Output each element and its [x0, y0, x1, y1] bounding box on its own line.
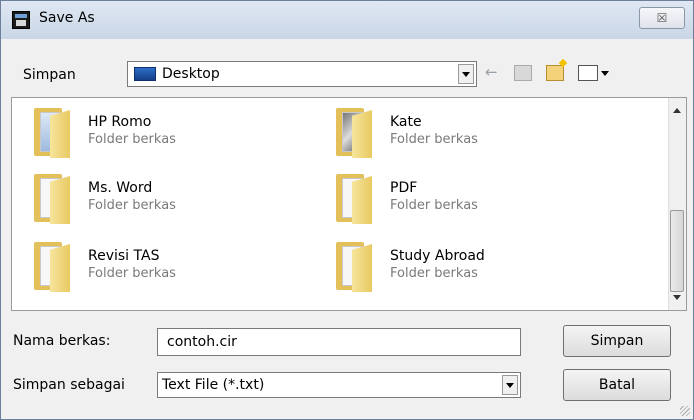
scroll-up-icon[interactable]	[673, 108, 681, 113]
item-type: Folder berkas	[88, 132, 176, 147]
chevron-down-icon[interactable]	[502, 375, 518, 395]
item-name: Ms. Word	[88, 180, 153, 196]
folder-item-hp-romo[interactable]: HP Romo Folder berkas	[12, 106, 312, 166]
chevron-down-icon[interactable]	[458, 64, 474, 84]
desktop-icon	[134, 67, 156, 81]
folder-icon	[336, 240, 376, 292]
item-type: Folder berkas	[88, 266, 176, 281]
up-folder-icon[interactable]	[514, 65, 532, 81]
view-menu-icon[interactable]	[578, 65, 598, 81]
folder-icon	[34, 172, 74, 224]
new-folder-icon[interactable]	[546, 65, 564, 81]
item-name: Study Abroad	[390, 248, 485, 264]
folder-icon	[34, 240, 74, 292]
resize-grip[interactable]	[680, 406, 690, 416]
filename-field[interactable]: contoh.cir	[157, 328, 521, 356]
vertical-scrollbar[interactable]	[668, 98, 686, 310]
location-label: Simpan	[23, 67, 76, 83]
item-type: Folder berkas	[390, 132, 478, 147]
filetype-label: Simpan sebagai	[13, 377, 125, 393]
title-bar[interactable]: Save As ☒	[1, 1, 693, 39]
window-title: Save As	[39, 10, 95, 26]
save-as-dialog: Save As ☒ Simpan Desktop ← HP Romo Folde…	[0, 0, 694, 420]
scroll-down-icon[interactable]	[673, 295, 681, 300]
folder-item-ms-word[interactable]: Ms. Word Folder berkas	[12, 172, 312, 232]
filename-label: Nama berkas:	[13, 333, 111, 349]
file-list: HP Romo Folder berkas Kate Folder berkas…	[11, 97, 687, 311]
location-value: Desktop	[162, 66, 220, 82]
folder-icon	[34, 106, 74, 158]
filetype-value: Text File (*.txt)	[162, 377, 265, 393]
close-button[interactable]: ☒	[639, 7, 685, 29]
scroll-thumb[interactable]	[670, 210, 684, 292]
cancel-button[interactable]: Batal	[563, 369, 671, 401]
location-dropdown[interactable]: Desktop	[127, 61, 477, 87]
view-menu-chevron-icon[interactable]	[601, 71, 609, 76]
item-name: Revisi TAS	[88, 248, 160, 264]
save-button[interactable]: Simpan	[563, 325, 671, 357]
item-name: Kate	[390, 114, 422, 130]
item-type: Folder berkas	[88, 198, 176, 213]
folder-icon	[336, 172, 376, 224]
folder-photo-icon	[336, 106, 376, 158]
folder-item-pdf[interactable]: PDF Folder berkas	[314, 172, 614, 232]
folder-item-revisi-tas[interactable]: Revisi TAS Folder berkas	[12, 240, 312, 300]
back-arrow-icon[interactable]: ←	[485, 63, 498, 81]
app-icon	[12, 11, 30, 29]
filename-value: contoh.cir	[167, 334, 237, 350]
item-name: HP Romo	[88, 114, 152, 130]
filetype-dropdown[interactable]: Text File (*.txt)	[157, 372, 521, 398]
item-name: PDF	[390, 180, 418, 196]
item-type: Folder berkas	[390, 198, 478, 213]
item-type: Folder berkas	[390, 266, 478, 281]
folder-item-kate[interactable]: Kate Folder berkas	[314, 106, 614, 166]
folder-item-study-abroad[interactable]: Study Abroad Folder berkas	[314, 240, 614, 300]
